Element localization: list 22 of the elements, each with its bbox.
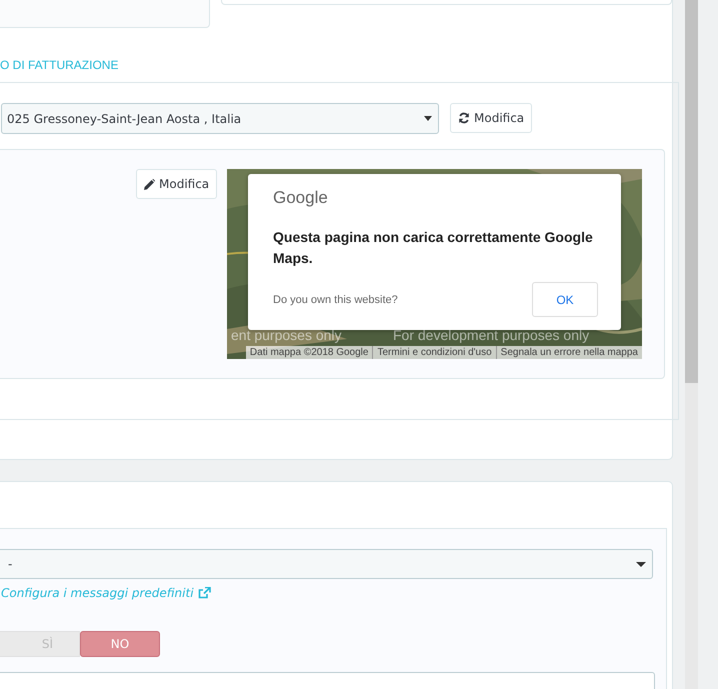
section-heading: O DI FATTURAZIONE xyxy=(0,58,120,74)
ok-button[interactable]: OK xyxy=(532,282,598,317)
change-address-button[interactable]: Modifica xyxy=(450,103,532,133)
dialog-question: Do you own this website? xyxy=(273,294,398,306)
message-select[interactable]: - xyxy=(0,549,653,579)
map-attribution: Dati mappa ©2018 Google xyxy=(248,346,370,359)
external-link-icon xyxy=(198,587,211,599)
scrollbar[interactable] xyxy=(685,0,698,689)
scrollbar-thumb[interactable] xyxy=(685,0,698,383)
address-select[interactable]: 025 Gressoney-Saint-Jean Aosta , Italia xyxy=(1,103,439,134)
dialog-logo: Google xyxy=(273,188,329,209)
edit-button[interactable]: Modifica xyxy=(136,169,218,199)
map-watermark: For development purposes only xyxy=(393,327,590,343)
caret-icon xyxy=(636,562,646,566)
pencil-icon xyxy=(144,178,155,190)
refresh-icon xyxy=(458,112,470,124)
map-link[interactable]: Segnala un errore nella mappa xyxy=(496,346,642,359)
caret-icon xyxy=(424,116,432,121)
input-field[interactable] xyxy=(0,672,655,689)
dialog-message: Questa pagina non carica correttamente Google Maps. xyxy=(273,228,594,268)
map-watermark: ent purposes only xyxy=(231,327,342,343)
map-link[interactable]: Termini e condizioni d'uso xyxy=(372,346,496,359)
